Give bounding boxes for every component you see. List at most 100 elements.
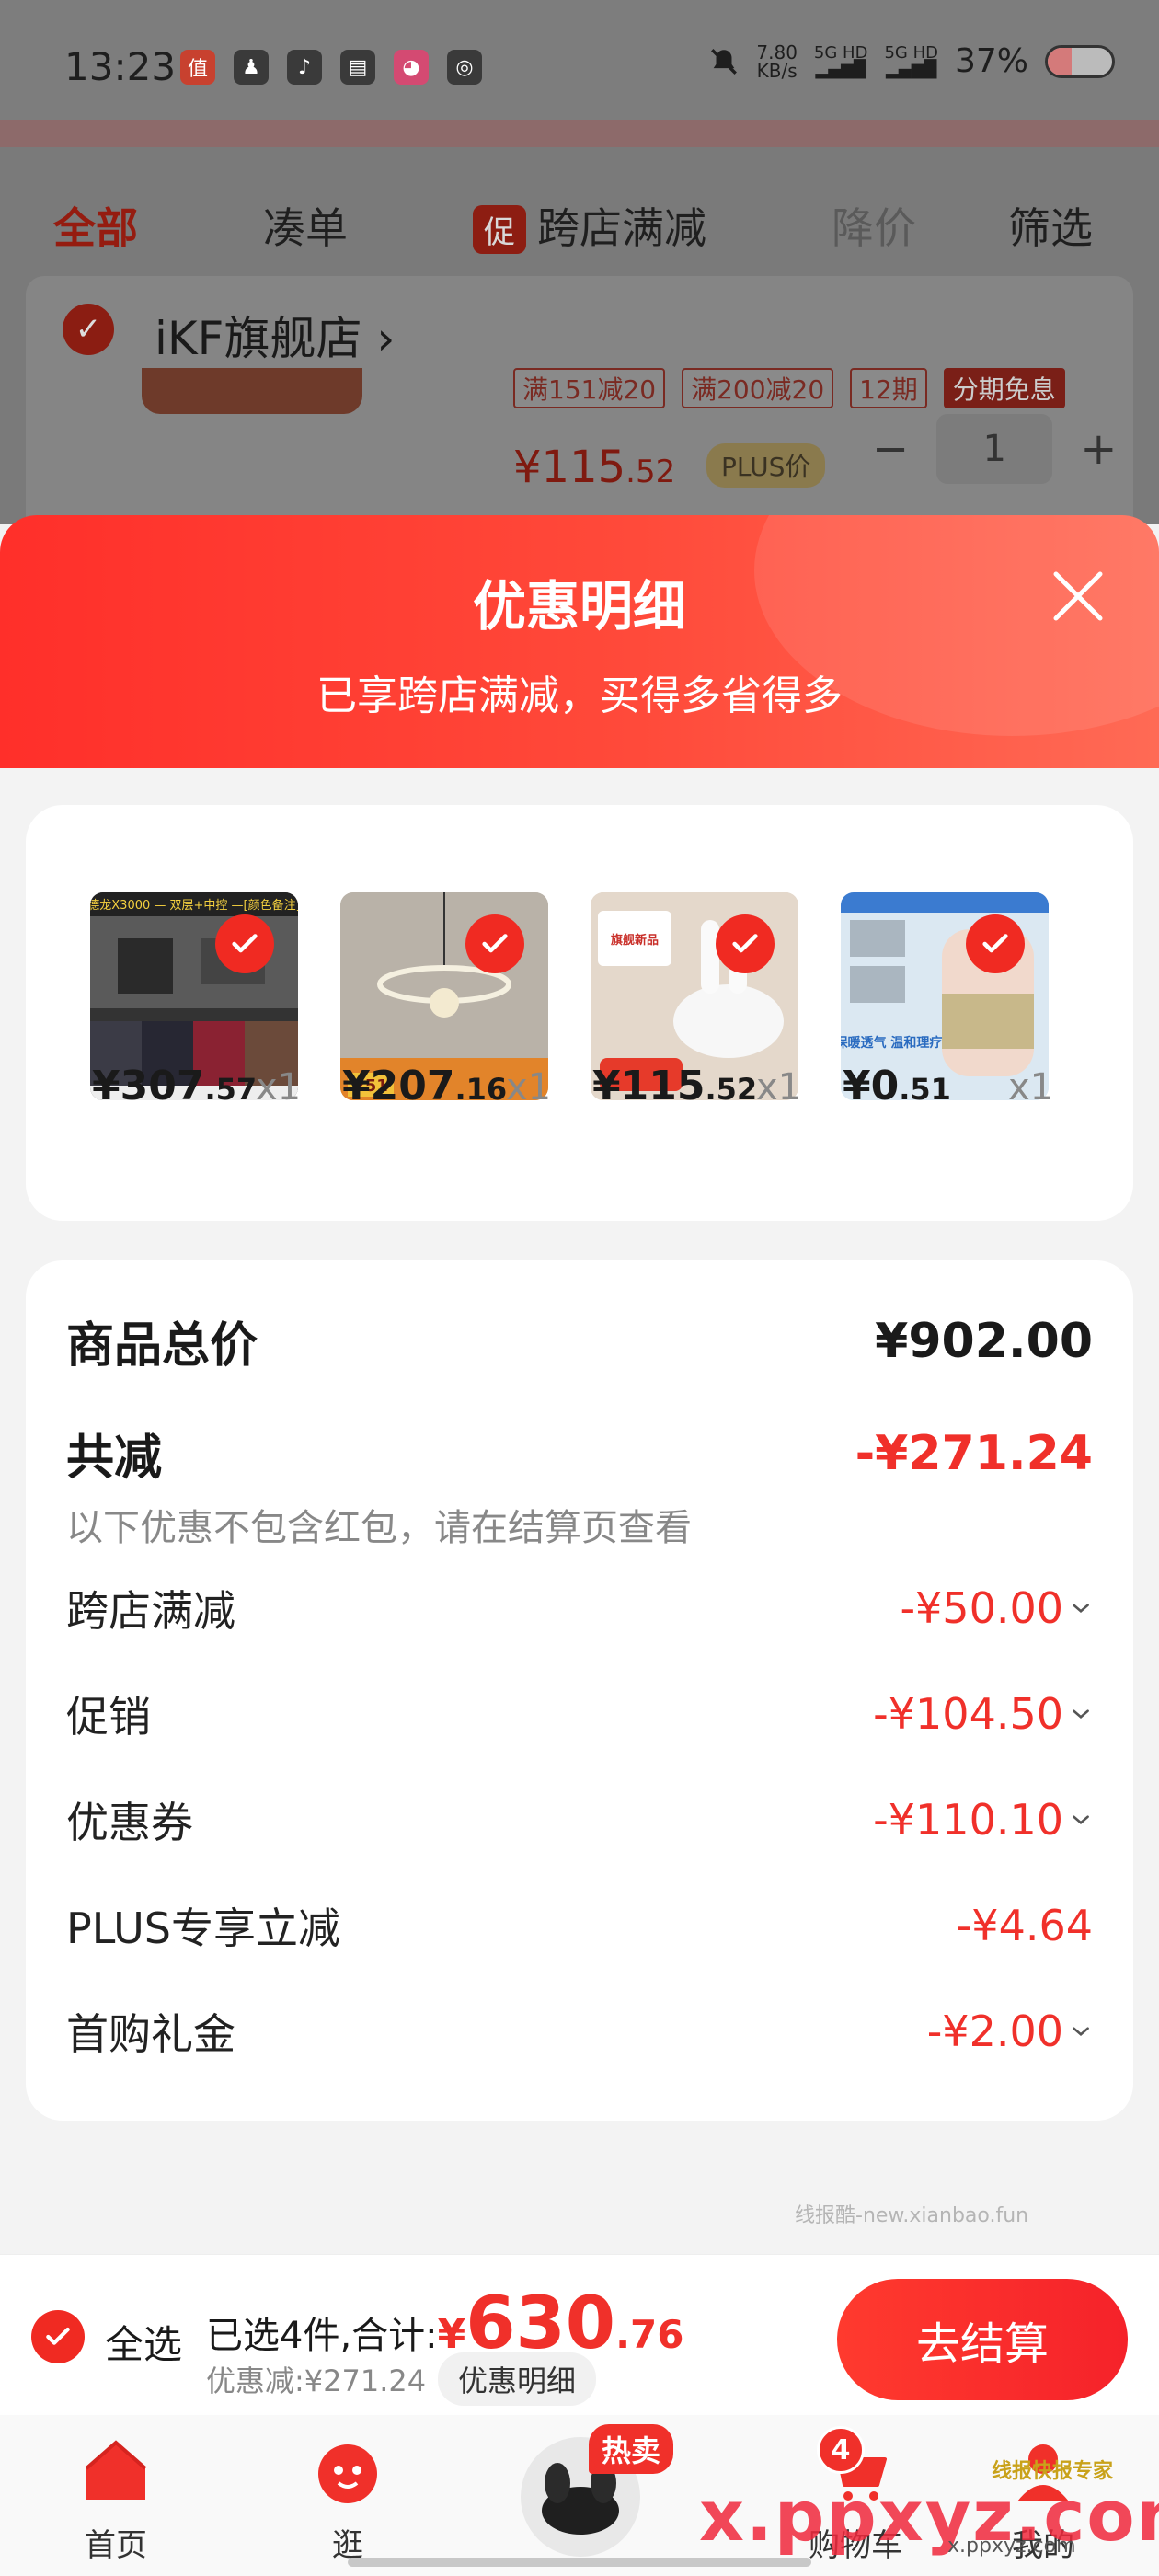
price-breakdown-card: 商品总价 ¥902.00 共减 -¥271.24 以下优惠不包含红包，请在结算页… xyxy=(26,1260,1133,2121)
plus-price-tag: PLUS价 xyxy=(706,443,826,488)
check-icon[interactable] xyxy=(465,914,524,973)
installment-tag: 12期 xyxy=(850,368,927,408)
tab-price-drop[interactable]: 降价 xyxy=(832,195,916,256)
signal-1: 5G HD ▂▄▆█ xyxy=(813,42,868,79)
select-all-label[interactable]: 全选 xyxy=(105,2314,182,2370)
banner-strip xyxy=(0,120,1159,147)
qq-icon: ♟ xyxy=(234,50,269,85)
discount-item-label: 跨店满减 xyxy=(66,1586,235,1636)
notification-icons: 值 ♟ ♪ ▤ ◕ ◎ xyxy=(180,50,482,85)
product-price: ¥115.52 xyxy=(513,442,676,493)
cart-background-overlay[interactable]: 全部 凑单 促跨店满减 降价 筛选 ✓ iKF旗舰店 › 满151减20 满20… xyxy=(0,120,1159,552)
total-price-label: 商品总价 xyxy=(66,1318,258,1374)
tab-combine[interactable]: 凑单 xyxy=(263,195,348,256)
discount-sheet-header: 优惠明细 已享跨店满减，买得多省得多 xyxy=(0,515,1159,768)
check-icon[interactable] xyxy=(716,914,775,973)
hot-sale-badge: 热卖 xyxy=(589,2424,674,2474)
watermark-text: 线报酷-new.xianbao.fun xyxy=(795,2204,1029,2227)
chevron-down-icon[interactable] xyxy=(1069,1702,1093,1726)
discount-item-label: 优惠券 xyxy=(66,1798,193,1847)
promo-badge: 促 xyxy=(473,205,526,254)
status-time: 13:23 xyxy=(64,44,177,89)
store-card: ✓ iKF旗舰店 › 满151减20 满200减20 12期 分期免息 ¥115… xyxy=(26,276,1133,552)
discount-item-value: -¥104.50 xyxy=(873,1689,1063,1739)
order-summary: 已选4件,合计: ¥ 630 .76 xyxy=(206,2283,684,2365)
tab-all[interactable]: 全部 xyxy=(53,195,138,256)
signal-bars-icon: ▂▄▆█ xyxy=(886,59,937,79)
pig-app-icon: ◕ xyxy=(394,50,429,85)
product-price: ¥207.16 xyxy=(342,1063,508,1110)
product-qty: x1 xyxy=(1008,1066,1054,1109)
product-qty: x1 xyxy=(756,1066,802,1109)
nav-home[interactable]: 首页 xyxy=(42,2432,189,2565)
discount-item-label: 首购礼金 xyxy=(66,2009,235,2059)
chevron-down-icon[interactable] xyxy=(1069,1596,1093,1620)
signal-bars-icon: ▂▄▆█ xyxy=(815,59,866,79)
promo-tags: 满151减20 满200减20 12期 分期免息 xyxy=(513,368,1065,408)
product-qty: x1 xyxy=(256,1066,302,1109)
discount-item-row: PLUS专享立减 -¥4.64 xyxy=(66,1895,1093,1956)
battery-icon xyxy=(1045,44,1115,78)
home-indicator[interactable] xyxy=(348,2558,811,2567)
battery-percent: 37% xyxy=(954,42,1028,80)
promo-tag: 满151减20 xyxy=(513,368,666,408)
discount-item-label: PLUS专享立减 xyxy=(66,1903,340,1953)
discount-total-row: 共减 -¥271.24 xyxy=(66,1419,1093,1488)
minus-button[interactable]: − xyxy=(872,423,909,475)
home-icon xyxy=(85,2440,147,2500)
discount-amount: 优惠减:¥271.24 xyxy=(206,2363,427,2398)
quantity-input[interactable]: 1 xyxy=(936,414,1053,484)
discount-note: 以下优惠不包含红包，请在结算页查看 xyxy=(66,1507,692,1549)
chevron-down-icon[interactable] xyxy=(1069,1808,1093,1832)
sheet-title: 优惠明细 xyxy=(472,575,686,638)
filter-tabs: 全部 凑单 促跨店满减 降价 筛选 xyxy=(0,175,1159,276)
product-thumbnail[interactable] xyxy=(142,368,362,414)
reader-icon: ▤ xyxy=(340,50,375,85)
checkout-button[interactable]: 去结算 xyxy=(837,2279,1128,2400)
battery-fill xyxy=(1048,47,1072,75)
discount-item-label: 促销 xyxy=(66,1692,151,1742)
chevron-down-icon[interactable] xyxy=(1069,2019,1093,2043)
sheet-subtitle: 已享跨店满减，买得多省得多 xyxy=(316,673,843,719)
plus-button[interactable]: + xyxy=(1080,423,1117,475)
product-price: ¥115.52 xyxy=(592,1063,758,1110)
total-price-value: ¥902.00 xyxy=(875,1313,1093,1369)
hotspot-icon: ◎ xyxy=(447,50,482,85)
store-name[interactable]: iKF旗舰店 › xyxy=(155,302,395,368)
chevron-right-icon: › xyxy=(361,312,396,365)
discount-total-value: -¥271.24 xyxy=(855,1425,1093,1481)
product-price: ¥0.51 xyxy=(843,1063,951,1110)
discount-item-value: -¥2.00 xyxy=(926,2007,1063,2056)
checkout-bar: 全选 已选4件,合计: ¥ 630 .76 优惠减:¥271.24 优惠明细 去… xyxy=(0,2254,1159,2415)
nav-browse[interactable]: 逛 xyxy=(274,2432,421,2565)
tab-filter[interactable]: 筛选 xyxy=(1008,195,1093,256)
select-all-check-icon[interactable] xyxy=(31,2310,85,2363)
close-icon[interactable] xyxy=(1050,569,1106,624)
product-price: ¥307.57 xyxy=(92,1063,258,1110)
net-speed: 7.80 KB/s xyxy=(756,40,798,82)
check-icon[interactable] xyxy=(966,914,1025,973)
discount-item-row[interactable]: 跨店满减 -¥50.00 xyxy=(66,1578,1093,1639)
discount-item-row[interactable]: 首购礼金 -¥2.00 xyxy=(66,2001,1093,2062)
watermark-sub: x.ppxyz.com xyxy=(947,2535,1076,2558)
discount-item-row[interactable]: 促销 -¥104.50 xyxy=(66,1684,1093,1744)
total-price-row: 商品总价 ¥902.00 xyxy=(66,1306,1093,1375)
promo-tag: 满200减20 xyxy=(682,368,834,408)
check-icon[interactable] xyxy=(215,914,274,973)
product-strip: 德龙X3000 — 双层+中控 —[颜色备注] 251 旗舰新品 保暖透气 温和… xyxy=(26,805,1133,1221)
tiktok-icon: ♪ xyxy=(287,50,322,85)
tab-cross-store[interactable]: 促跨店满减 xyxy=(473,195,706,256)
product-qty: x1 xyxy=(506,1066,552,1109)
store-check-icon[interactable]: ✓ xyxy=(63,304,114,355)
discount-item-value: -¥110.10 xyxy=(873,1795,1063,1845)
discount-item-row[interactable]: 优惠券 -¥110.10 xyxy=(66,1789,1093,1850)
tab-cross-store-label: 跨店满减 xyxy=(537,203,706,253)
product-image-text: 德龙X3000 — 双层+中控 —[颜色备注] xyxy=(90,898,298,913)
status-right: 7.80 KB/s 5G HD ▂▄▆█ 5G HD ▂▄▆█ 37% xyxy=(708,42,1115,80)
signal-2: 5G HD ▂▄▆█ xyxy=(884,42,938,79)
product-image-text: 旗舰新品 xyxy=(611,933,659,948)
discount-detail-button[interactable]: 优惠明细 xyxy=(438,2352,597,2406)
browse-mascot-icon xyxy=(318,2444,377,2503)
mute-icon xyxy=(711,48,738,75)
app-notification-icon: 值 xyxy=(180,50,215,85)
